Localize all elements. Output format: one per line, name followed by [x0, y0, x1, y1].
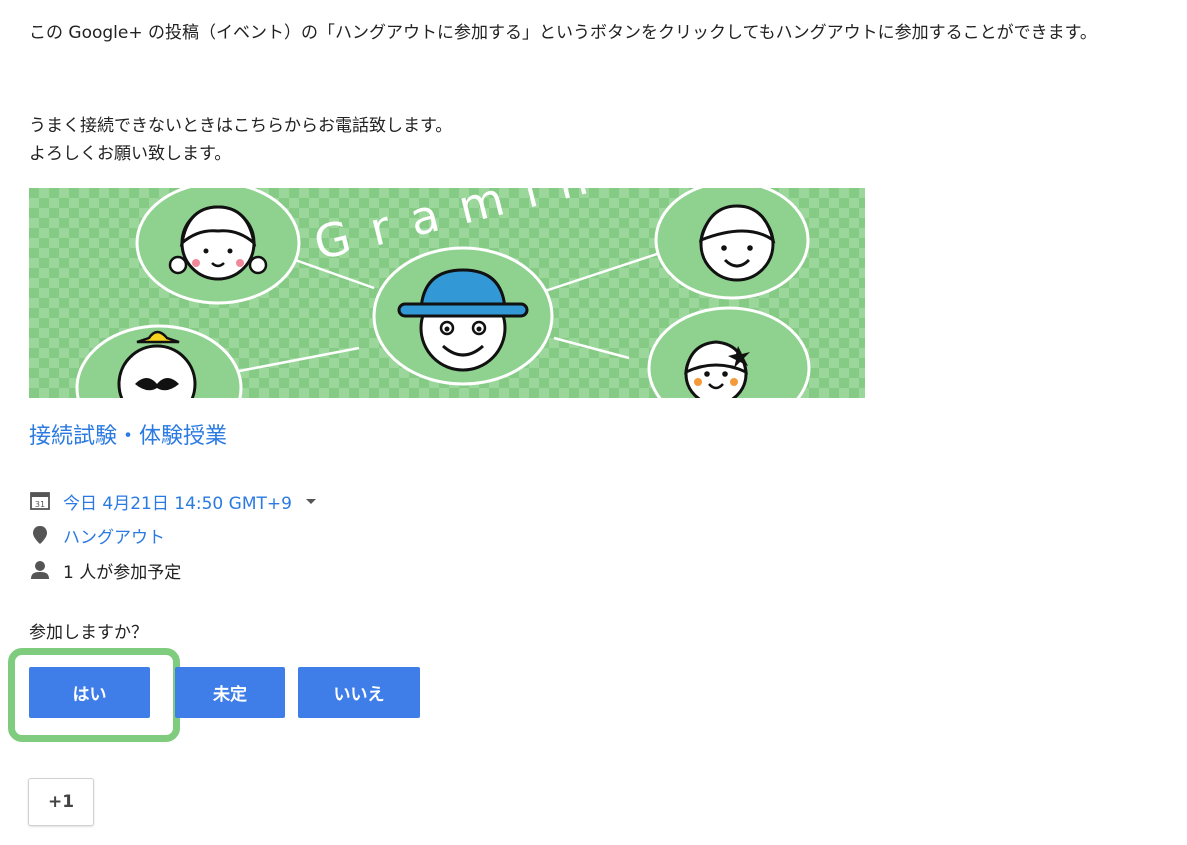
event-guests-row: 1 人が参加予定 — [29, 557, 181, 583]
rsvp-yes-button[interactable]: はい — [29, 667, 150, 718]
person-icon — [31, 561, 49, 579]
event-datetime-row: 31 今日 4月21日 14:50 GMT+9 — [29, 488, 318, 514]
rsvp-no-button[interactable]: いいえ — [298, 667, 420, 718]
plus-one-button[interactable]: +1 — [28, 778, 94, 826]
chevron-down-icon[interactable] — [304, 496, 318, 506]
map-pin-icon — [33, 526, 47, 544]
closing-line-2: よろしくお願い致します。 — [29, 144, 232, 164]
intro-paragraph: この Google+ の投稿（イベント）の「ハングアウトに参加する」というボタン… — [29, 23, 1097, 43]
event-guests-count: 1 人が参加予定 — [63, 562, 182, 583]
event-location-row: ハングアウト — [29, 522, 165, 548]
closing-line-1: うまく接続できないときはこちらからお電話致します。 — [29, 116, 453, 136]
closing-paragraph: うまく接続できないときはこちらからお電話致します。 よろしくお願い致します。 — [29, 112, 1179, 168]
rsvp-question: 参加しますか？ — [29, 623, 148, 643]
event-datetime-link[interactable]: 今日 4月21日 14:50 GMT+9 — [63, 489, 292, 514]
rsvp-maybe-button[interactable]: 未定 — [175, 667, 285, 718]
event-location-link[interactable]: ハングアウト — [63, 523, 165, 548]
event-banner-image: Gramin — [29, 188, 865, 398]
calendar-icon: 31 — [30, 492, 50, 510]
svg-text:31: 31 — [35, 500, 45, 509]
event-title-link[interactable]: 接続試験・体験授業 — [29, 420, 227, 454]
